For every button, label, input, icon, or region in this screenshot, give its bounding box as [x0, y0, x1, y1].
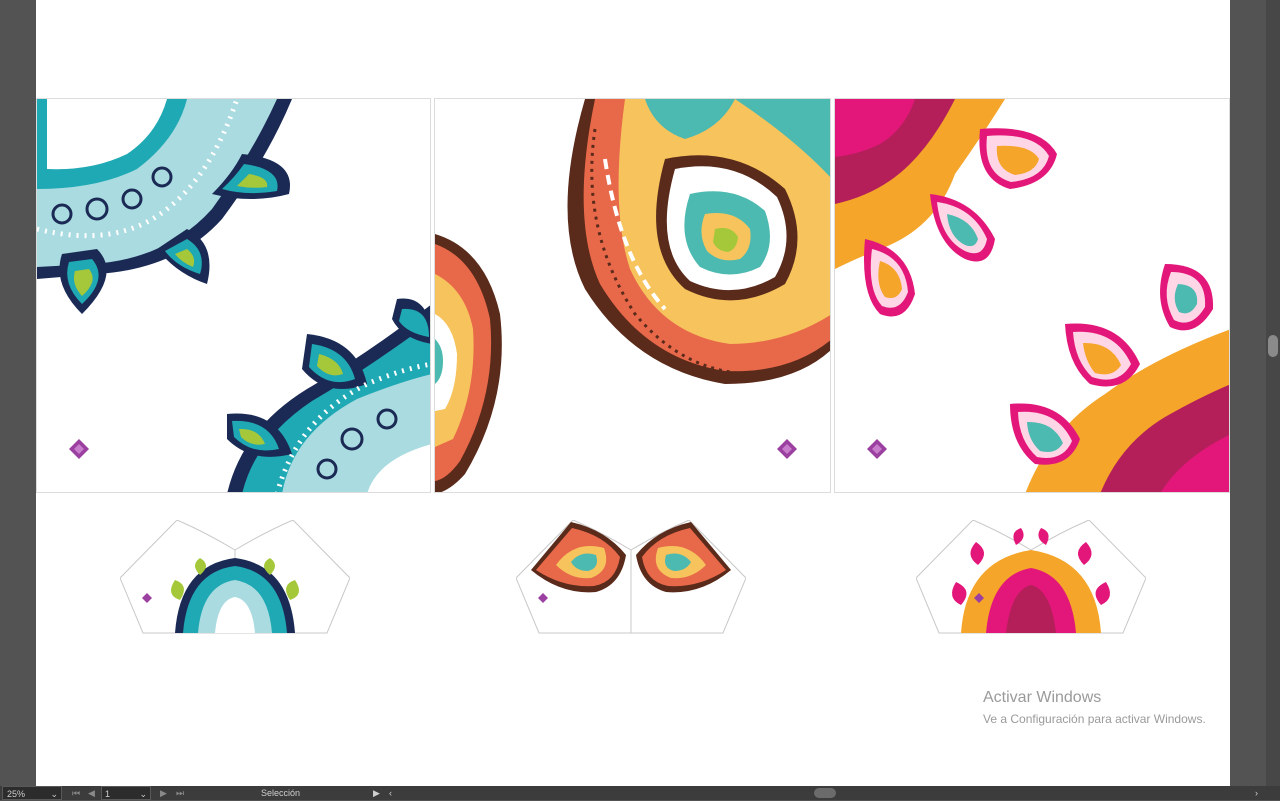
design-panel-orange[interactable] [434, 98, 831, 493]
status-bar: 25% ⌄ ⏮ ◀ 1 ⌄ ▶ ⏭ Selección ▶ ‹ › [0, 786, 1280, 800]
horizontal-scrollbar-thumb[interactable] [814, 788, 836, 798]
mask-preview-teal[interactable] [120, 520, 350, 635]
zoom-field[interactable]: 25% ⌄ [2, 786, 62, 800]
orange-mandala-artwork [435, 99, 830, 492]
mask-preview-orange[interactable] [516, 520, 746, 635]
last-page-icon[interactable]: ⏭ [176, 786, 184, 800]
diamond-logo-icon [867, 439, 887, 459]
prev-page-icon[interactable]: ◀ [88, 786, 95, 800]
scroll-right-icon[interactable]: › [1255, 786, 1258, 800]
activation-watermark-title: Activar Windows [983, 689, 1102, 706]
chevron-down-icon[interactable]: ⌄ [139, 787, 147, 801]
design-panel-teal[interactable] [36, 98, 431, 493]
design-panel-pink[interactable] [834, 98, 1230, 493]
next-page-icon[interactable]: ▶ [160, 786, 167, 800]
current-tool-label: Selección [261, 788, 301, 798]
first-page-icon[interactable]: ⏮ [72, 786, 80, 800]
page-number-field[interactable]: 1 ⌄ [101, 786, 151, 800]
vertical-scrollbar[interactable] [1266, 0, 1280, 786]
mask-preview-pink[interactable] [916, 520, 1146, 635]
play-icon[interactable]: ▶ [373, 786, 380, 800]
diamond-logo-icon [69, 439, 89, 459]
pink-mandala-artwork [835, 99, 1229, 492]
vertical-scrollbar-thumb[interactable] [1268, 335, 1278, 357]
diamond-logo-icon [777, 439, 797, 459]
horizontal-scrollbar[interactable] [400, 788, 1250, 798]
teal-mandala-artwork [37, 99, 430, 492]
activation-watermark-subtitle: Ve a Configuración para activar Windows. [983, 712, 1206, 726]
scroll-left-icon[interactable]: ‹ [389, 786, 392, 800]
artboard[interactable]: Activar Windows Ve a Configuración para … [36, 0, 1230, 786]
page-number-value: 1 [105, 789, 111, 799]
zoom-value: 25% [7, 789, 26, 799]
chevron-down-icon[interactable]: ⌄ [50, 787, 58, 801]
